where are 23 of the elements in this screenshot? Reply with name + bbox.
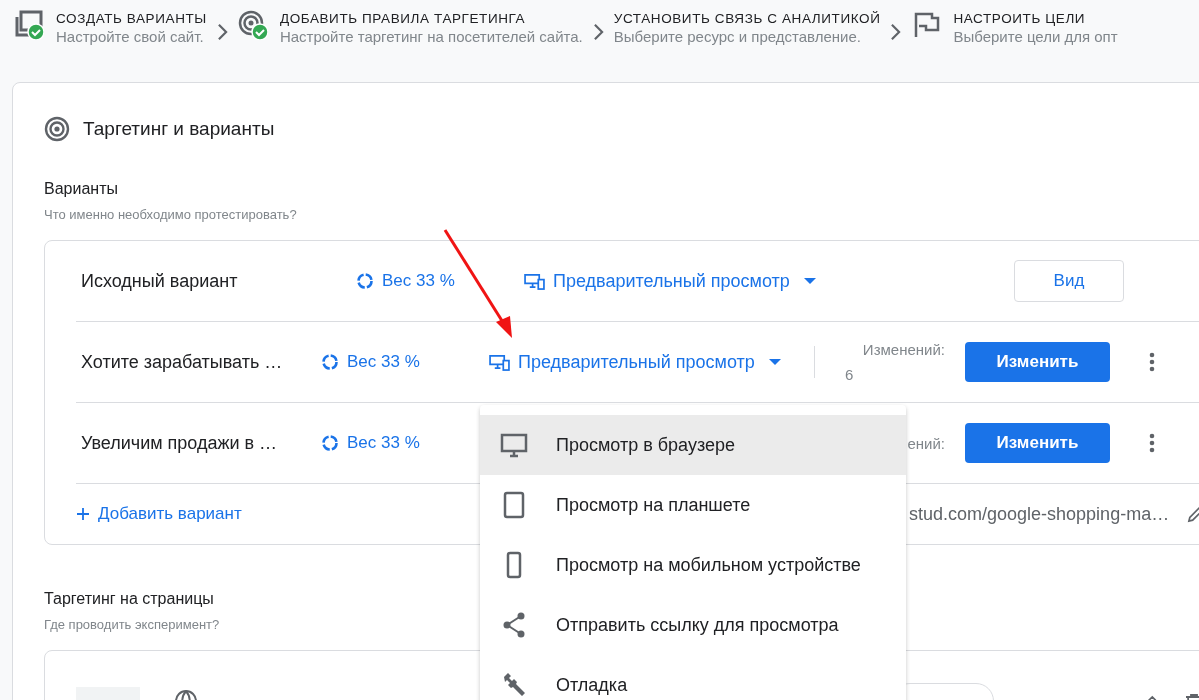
step-title: УСТАНОВИТЬ СВЯЗЬ С АНАЛИТИКОЙ <box>613 10 881 27</box>
pages-title: Таргетинг на страницы <box>44 589 214 609</box>
step-title: ДОБАВИТЬ ПРАВИЛА ТАРГЕТИНГА <box>279 10 527 27</box>
section-title: Таргетинг и варианты <box>83 118 275 140</box>
variant-name: Увеличим продажи в … <box>81 432 279 454</box>
step-subtitle: Настройте таргетинг на посетителей сайта. <box>279 27 583 47</box>
step-title: НАСТРОИТЬ ЦЕЛИ <box>953 10 1087 27</box>
step-subtitle: Настройте свой сайт. <box>56 27 205 47</box>
variants-title: Варианты <box>44 179 118 199</box>
weight-label: Вес 33 % <box>382 271 455 291</box>
variants-subtitle: Что именно необходимо протестировать? <box>44 207 297 222</box>
changes-label: Изменений: <box>861 340 945 360</box>
url-text: stud.com/google-shopping-ma… <box>909 503 1170 525</box>
variant-name: Исходный вариант <box>81 270 239 292</box>
changes-count: 6 <box>845 365 855 385</box>
step-subtitle: Выберите ресурс и представление. <box>613 27 862 47</box>
pages-subtitle: Где проводить эксперимент? <box>44 617 220 632</box>
weight-label: Вес 33 % <box>347 433 420 453</box>
variant-name: Хотите зарабатывать … <box>81 351 284 373</box>
weight-label: Вес 33 % <box>347 352 420 372</box>
step-subtitle: Выберите цели для опт <box>953 27 1118 47</box>
changes-label: ений: <box>906 433 945 454</box>
step-title: СОЗДАТЬ ВАРИАНТЫ <box>56 10 207 27</box>
